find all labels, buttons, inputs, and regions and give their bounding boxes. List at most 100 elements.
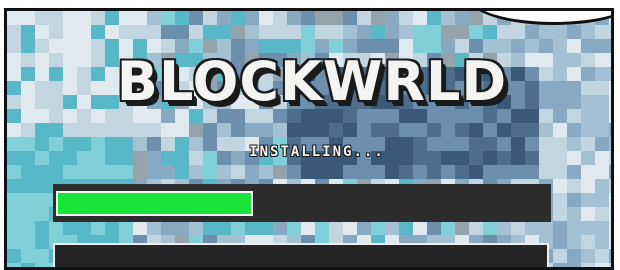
background-pixel [7,81,21,95]
background-pixel [287,11,301,25]
background-pixel [413,123,427,137]
background-pixel [609,25,611,39]
background-pixel [595,249,609,263]
background-pixel [91,137,105,151]
background-pixel [119,25,133,39]
background-pixel [161,25,175,39]
background-pixel [119,221,133,235]
background-pixel [539,151,553,165]
install-progress-fill [56,191,253,216]
background-pixel [49,123,63,137]
background-pixel [161,11,175,25]
background-pixel [609,207,611,221]
background-pixel [161,165,175,179]
background-pixel [77,109,91,123]
background-pixel [357,25,371,39]
background-pixel [553,193,567,207]
background-pixel [133,165,147,179]
background-pixel [203,165,217,179]
background-pixel [497,221,511,235]
background-pixel [357,11,371,25]
background-pixel [553,25,567,39]
background-pixel [63,11,77,25]
background-pixel [427,123,441,137]
background-pixel [77,123,91,137]
background-pixel [231,165,245,179]
background-pixel [595,263,609,267]
background-pixel [413,25,427,39]
background-pixel [609,165,611,179]
background-pixel [581,165,595,179]
background-pixel [539,39,553,53]
background-pixel [399,221,413,235]
background-pixel [581,193,595,207]
background-pixel [581,53,595,67]
background-pixel [595,95,609,109]
background-pixel [581,221,595,235]
background-pixel [525,137,539,151]
background-pixel [175,165,189,179]
background-pixel [469,221,483,235]
background-pixel [49,221,63,235]
background-pixel [581,39,595,53]
background-pixel [399,25,413,39]
background-pixel [21,207,35,221]
background-pixel [133,11,147,25]
background-pixel [371,221,385,235]
background-pixel [21,53,35,67]
background-pixel [567,207,581,221]
background-pixel [343,221,357,235]
background-pixel [539,221,553,235]
background-pixel [119,123,133,137]
background-pixel [497,123,511,137]
background-pixel [77,39,91,53]
background-pixel [21,67,35,81]
background-pixel [259,25,273,39]
background-pixel [77,221,91,235]
background-pixel [343,25,357,39]
background-pixel [329,25,343,39]
background-pixel [609,249,611,263]
background-pixel [7,235,21,249]
background-pixel [371,165,385,179]
background-pixel [371,11,385,25]
install-status-text: INSTALLING... [249,144,385,160]
background-pixel [21,193,35,207]
background-pixel [413,165,427,179]
background-pixel [553,165,567,179]
background-pixel [595,123,609,137]
background-pixel [595,137,609,151]
background-pixel [357,123,371,137]
background-pixel [203,221,217,235]
background-pixel [245,165,259,179]
background-pixel [567,25,581,39]
background-pixel [329,11,343,25]
background-pixel [539,109,553,123]
background-pixel [147,123,161,137]
background-pixel [553,221,567,235]
background-pixel [609,179,611,193]
background-pixel [35,165,49,179]
background-pixel [595,165,609,179]
background-pixel [189,11,203,25]
background-pixel [49,39,63,53]
background-pixel [259,165,273,179]
background-pixel [35,137,49,151]
background-pixel [21,151,35,165]
background-pixel [567,151,581,165]
background-pixel [301,123,315,137]
background-pixel [609,137,611,151]
background-pixel [469,123,483,137]
background-pixel [7,53,21,67]
background-pixel [609,95,611,109]
background-pixel [287,25,301,39]
install-progress-bar [53,184,551,222]
background-pixel [105,123,119,137]
background-pixel [581,179,595,193]
background-pixel [511,109,525,123]
background-pixel [581,109,595,123]
background-pixel [525,165,539,179]
background-pixel [511,165,525,179]
background-pixel [77,137,91,151]
background-pixel [35,207,49,221]
